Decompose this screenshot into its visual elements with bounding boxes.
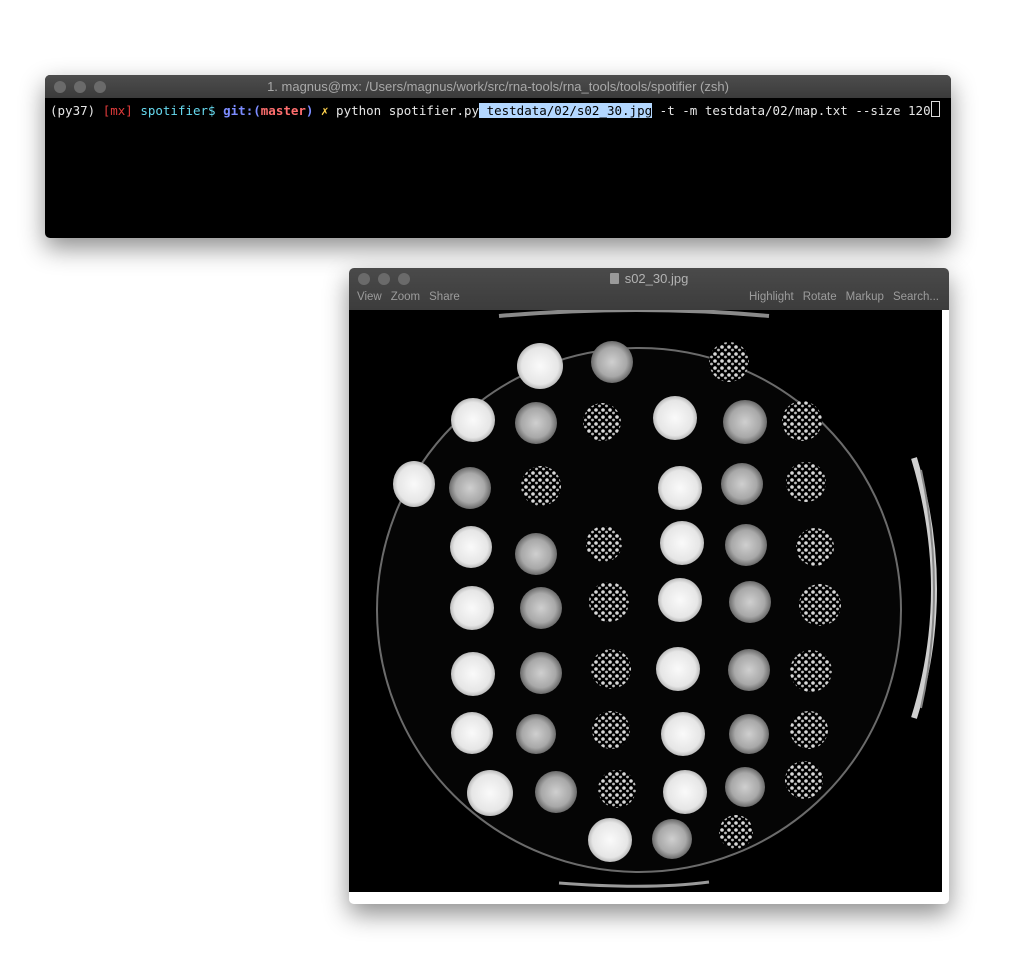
markup-button[interactable]: Markup (846, 291, 884, 303)
colony-spot (588, 818, 632, 862)
preview-titlebar[interactable]: s02_30.jpg View Zoom Share Highlight Rot… (349, 268, 949, 310)
text-cursor (930, 101, 940, 117)
colony-spot (796, 528, 834, 566)
colony-spot (515, 533, 557, 575)
colony-spot (592, 711, 630, 749)
colony-spot (656, 647, 700, 691)
colony-spot (729, 714, 769, 754)
window-edge (942, 310, 949, 892)
rotate-button[interactable]: Rotate (803, 291, 837, 303)
selected-text[interactable]: testdata/02/s02_30.jpg (479, 103, 653, 118)
colony-spot (723, 400, 767, 444)
colony-spot (515, 402, 557, 444)
preview-window[interactable]: s02_30.jpg View Zoom Share Highlight Rot… (349, 268, 949, 904)
colony-spot (586, 526, 622, 562)
colony-spot (729, 581, 771, 623)
dirty-mark: ✗ (320, 103, 329, 118)
terminal-title: 1. magnus@mx: /Users/magnus/work/src/rna… (267, 79, 729, 94)
colony-spot (658, 466, 702, 510)
colony-spot (598, 770, 636, 808)
colony-spot (520, 587, 562, 629)
document-icon (609, 273, 619, 284)
colony-spot (719, 815, 753, 849)
file-name: s02_30.jpg (624, 271, 689, 286)
command-args: -t -m testdata/02/map.txt --size 120 (652, 103, 931, 118)
colony-spot (663, 770, 707, 814)
colony-spot (653, 396, 697, 440)
colony-spot (661, 712, 705, 756)
colony-spot (591, 649, 631, 689)
colony-spot (790, 650, 832, 692)
search-field[interactable]: Search... (893, 291, 939, 303)
colony-spot (725, 524, 767, 566)
colony-spot (786, 462, 826, 502)
colony-spot (449, 467, 491, 509)
colony-spot (451, 398, 495, 442)
colony-spot (535, 771, 577, 813)
colony-spot (709, 342, 749, 382)
colony-spot (799, 584, 841, 626)
colony-spot (660, 521, 704, 565)
colony-spot (728, 649, 770, 691)
colony-spot (517, 343, 563, 389)
command-text: python spotifier.py (336, 103, 480, 118)
colony-spot (467, 770, 513, 816)
plate-photo (376, 310, 937, 888)
toolbar-right: Highlight Rotate Markup Search... (749, 291, 939, 303)
zoom-button[interactable]: Zoom (391, 291, 420, 303)
toolbar-left: View Zoom Share (357, 291, 460, 303)
prompt-dir: spotifier$ (140, 103, 216, 118)
colony-spot (785, 761, 823, 799)
colony-spot (652, 819, 692, 859)
prompt-env: (py37) (50, 103, 96, 118)
colony-spot (725, 767, 765, 807)
prompt-host: [mx] (102, 103, 133, 118)
window-edge (349, 892, 949, 904)
view-button[interactable]: View (357, 291, 382, 303)
colony-spot (583, 403, 621, 441)
colony-spot (790, 711, 828, 749)
git-branch: master (260, 103, 306, 118)
colony-spot (721, 463, 763, 505)
git-label: git:( (223, 103, 261, 118)
highlight-button[interactable]: Highlight (749, 291, 794, 303)
colony-spot (516, 714, 556, 754)
terminal-content[interactable]: (py37) [mx] spotifier$ git:(master) ✗ py… (45, 98, 951, 122)
colony-spot (451, 652, 495, 696)
plate-image[interactable] (349, 310, 942, 892)
colony-spot (451, 712, 493, 754)
colony-spot (450, 586, 494, 630)
colony-spot (782, 401, 822, 441)
git-close: ) (305, 103, 314, 118)
preview-title: s02_30.jpg (349, 271, 949, 286)
colony-spot (450, 526, 492, 568)
colony-spot (658, 578, 702, 622)
colony-spot (393, 461, 435, 507)
colony-spot (589, 582, 629, 622)
colony-spot (520, 652, 562, 694)
share-button[interactable]: Share (429, 291, 460, 303)
colony-spot (521, 466, 561, 506)
terminal-window[interactable]: 1. magnus@mx: /Users/magnus/work/src/rna… (45, 75, 951, 238)
colony-spot (591, 341, 633, 383)
terminal-titlebar[interactable]: 1. magnus@mx: /Users/magnus/work/src/rna… (45, 75, 951, 98)
